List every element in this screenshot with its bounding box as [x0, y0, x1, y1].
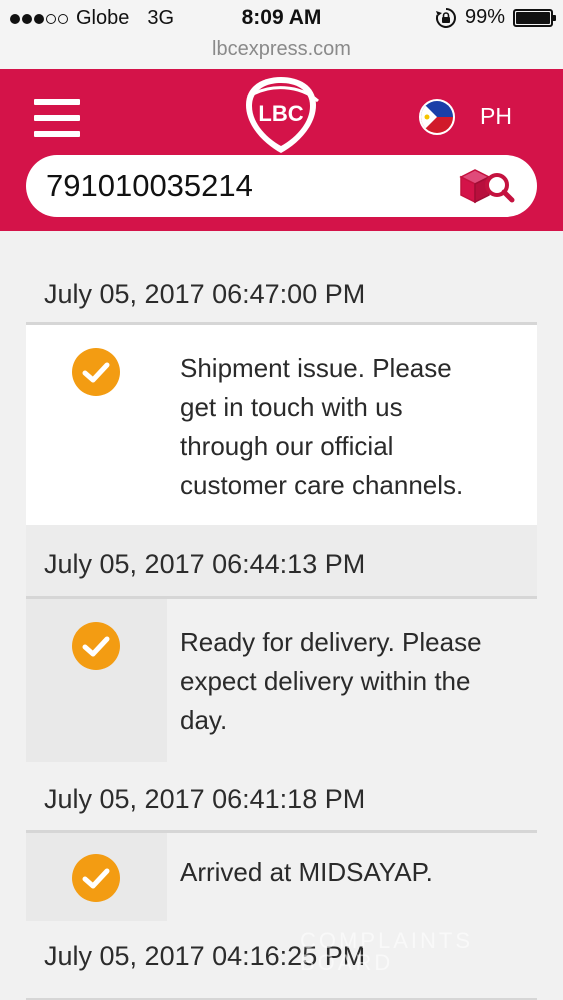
battery-info: 99% — [435, 6, 556, 29]
address-bar[interactable]: lbcexpress.com — [0, 36, 563, 69]
battery-percent: 99% — [464, 6, 505, 28]
track-package-search-icon[interactable] — [459, 167, 515, 205]
check-circle-icon — [72, 622, 120, 670]
philippines-flag-icon[interactable] — [419, 99, 455, 135]
rotation-lock-icon — [435, 7, 456, 28]
country-code[interactable]: PH — [480, 103, 512, 130]
entry-body: Shipment issue. Please get in touch with… — [26, 325, 537, 525]
entry-message: Ready for delivery. Please expect delive… — [180, 627, 482, 735]
site-header: LBC PH — [0, 69, 563, 231]
entry-date: July 05, 2017 06:47:00 PM — [26, 231, 537, 325]
battery-icon — [513, 8, 556, 27]
entry-message: Arrived at MIDSAYAP. — [180, 857, 433, 887]
entry-body: Arrived at MIDSAYAP. — [26, 833, 537, 921]
tracking-number-input[interactable] — [46, 163, 446, 209]
tracking-search-bar — [26, 155, 537, 217]
entry-message: Shipment issue. Please get in touch with… — [180, 353, 464, 500]
entry-date: July 05, 2017 06:44:13 PM — [26, 525, 537, 599]
entry-body: Ready for delivery. Please expect delive… — [26, 599, 537, 762]
tracking-entry: July 05, 2017 06:41:18 PM Arrived at MID… — [26, 762, 537, 921]
check-circle-icon — [72, 348, 120, 396]
watermark: COMPLAINTS BOARD — [300, 928, 474, 975]
tracking-entry: July 05, 2017 06:47:00 PM Shipment issue… — [26, 231, 537, 525]
status-bar: Globe 3G 8:09 AM 99% — [0, 0, 563, 36]
hamburger-menu-button[interactable] — [34, 99, 80, 137]
entry-date: July 05, 2017 06:41:18 PM — [26, 762, 537, 833]
tracking-history: July 05, 2017 06:47:00 PM Shipment issue… — [26, 231, 537, 1000]
logo-text: LBC — [258, 101, 303, 126]
check-circle-icon — [72, 854, 120, 902]
lbc-logo[interactable]: LBC — [240, 75, 322, 155]
tracking-entry: July 05, 2017 06:44:13 PM Ready for deli… — [26, 525, 537, 762]
